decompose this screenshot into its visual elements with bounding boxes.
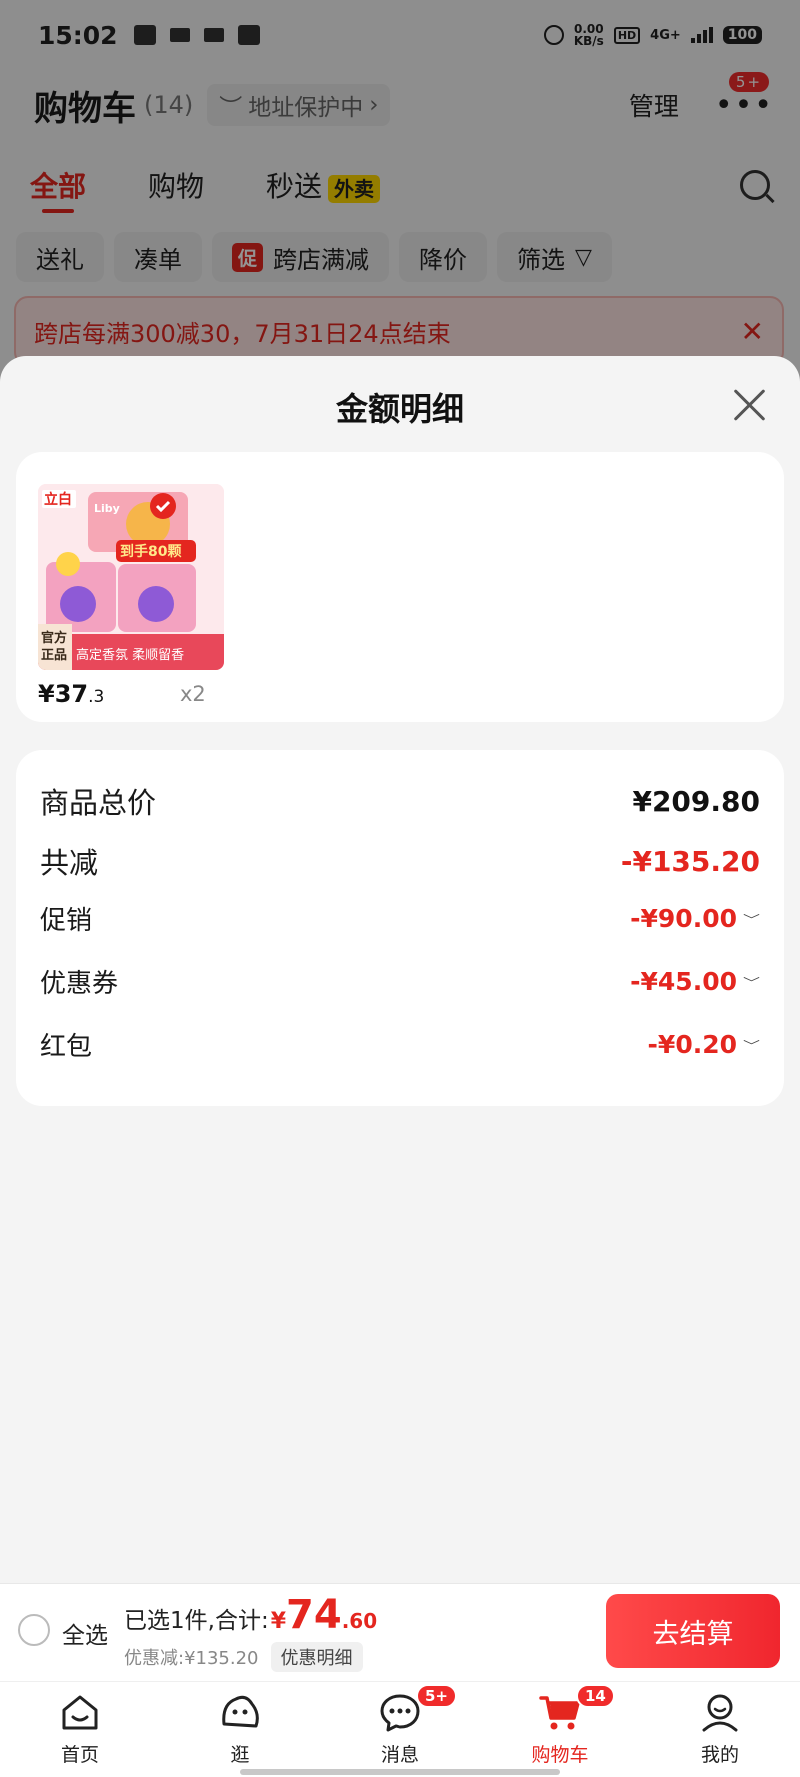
- official-text-1: 官方: [41, 630, 67, 646]
- messages-badge: 5+: [416, 1684, 458, 1708]
- home-indicator[interactable]: [240, 1769, 560, 1775]
- product-price: ¥37.3: [38, 680, 104, 708]
- summary-value: -¥90.00: [630, 904, 737, 933]
- nav-item-cart[interactable]: 14 购物车: [480, 1682, 640, 1777]
- total-integer: 74: [286, 1592, 342, 1638]
- discount-line: 优惠减:¥135.20 优惠明细: [124, 1642, 363, 1672]
- summary-row-red-packet[interactable]: 红包 -¥0.20 ﹀: [40, 1026, 760, 1063]
- discount-detail-button[interactable]: 优惠明细: [270, 1642, 363, 1672]
- summary-label: 共减: [40, 846, 99, 880]
- home-icon: [62, 1695, 98, 1730]
- nav-item-profile[interactable]: 我的: [640, 1682, 800, 1777]
- nav-item-discover[interactable]: 逛: [160, 1682, 320, 1777]
- sheet-title: 金额明细: [335, 390, 464, 428]
- product-price-int: ¥37: [38, 680, 89, 708]
- chevron-down-icon: ﹀: [743, 913, 760, 928]
- selected-summary: 已选1件,合计:: [124, 1608, 269, 1634]
- summary-label: 促销: [40, 906, 93, 936]
- summary-label: 商品总价: [40, 786, 157, 820]
- profile-icon: [702, 1694, 738, 1732]
- nav-label: 消息: [380, 1744, 419, 1766]
- nav-item-messages[interactable]: 5+ 消息: [320, 1682, 480, 1777]
- summary-row-discount-total: 共减 -¥135.20: [40, 840, 760, 882]
- nav-label: 我的: [700, 1744, 739, 1766]
- summary-row-total: 商品总价 ¥209.80: [40, 780, 760, 822]
- chevron-down-icon: ﹀: [743, 976, 760, 991]
- detergent-product-image: 立白 Liby 到手80颗 官方 正品 高定香氛 柔顺留香: [38, 484, 224, 670]
- total-decimal: .60: [341, 1609, 378, 1633]
- amount-detail-sheet: 金额明细 立白 Liby 到手80颗 官方 正品 高定香氛 柔顺留香 ¥37.3…: [0, 356, 800, 1583]
- official-text-2: 正品: [41, 648, 67, 663]
- bottom-nav: 首页 逛 5+ 消息 14 购物车 我的: [0, 1681, 800, 1777]
- summary-row-coupon[interactable]: 优惠券 -¥45.00 ﹀: [40, 963, 760, 1000]
- discover-icon: [222, 1695, 259, 1728]
- summary-value: -¥135.20: [620, 844, 760, 878]
- brand-text: 立白: [44, 491, 72, 508]
- price-summary-card: 商品总价 ¥209.80 共减 -¥135.20 促销 -¥90.00 ﹀ 优惠…: [16, 750, 784, 1106]
- total-line: 已选1件,合计: ¥ 74 .60: [124, 1592, 377, 1638]
- tagline-text: 高定香氛 柔顺留香: [76, 647, 184, 663]
- close-icon[interactable]: [730, 384, 770, 424]
- checkout-bar: 全选 已选1件,合计: ¥ 74 .60 优惠减:¥135.20 优惠明细 去结…: [0, 1583, 800, 1681]
- nav-item-home[interactable]: 首页: [0, 1682, 160, 1777]
- summary-row-promotion[interactable]: 促销 -¥90.00 ﹀: [40, 900, 760, 937]
- summary-value: -¥0.20: [647, 1030, 737, 1059]
- product-image[interactable]: 立白 Liby 到手80颗 官方 正品 高定香氛 柔顺留香: [38, 484, 224, 670]
- cart-badge: 14: [576, 1684, 615, 1708]
- product-quantity: x2: [180, 682, 206, 706]
- total-currency: ¥: [270, 1609, 287, 1634]
- summary-value: ¥209.80: [632, 784, 760, 818]
- select-all-checkbox[interactable]: [18, 1614, 50, 1646]
- summary-value: -¥45.00: [630, 967, 737, 996]
- summary-label: 优惠券: [40, 969, 119, 999]
- product-price-decimal: .3: [88, 687, 105, 707]
- select-all-label[interactable]: 全选: [62, 1616, 108, 1650]
- nav-label: 逛: [230, 1744, 250, 1766]
- product-card: 立白 Liby 到手80颗 官方 正品 高定香氛 柔顺留香 ¥37.3 x2: [16, 452, 784, 722]
- nav-label: 首页: [60, 1744, 99, 1766]
- checkout-button[interactable]: 去结算: [606, 1594, 780, 1668]
- promo-text: 到手80颗: [120, 543, 181, 560]
- chevron-down-icon: ﹀: [743, 1039, 760, 1054]
- summary-label: 红包: [40, 1032, 93, 1062]
- logo-text: Liby: [94, 502, 120, 515]
- discount-text: 优惠减:¥135.20: [124, 1648, 259, 1669]
- nav-label: 购物车: [531, 1744, 589, 1766]
